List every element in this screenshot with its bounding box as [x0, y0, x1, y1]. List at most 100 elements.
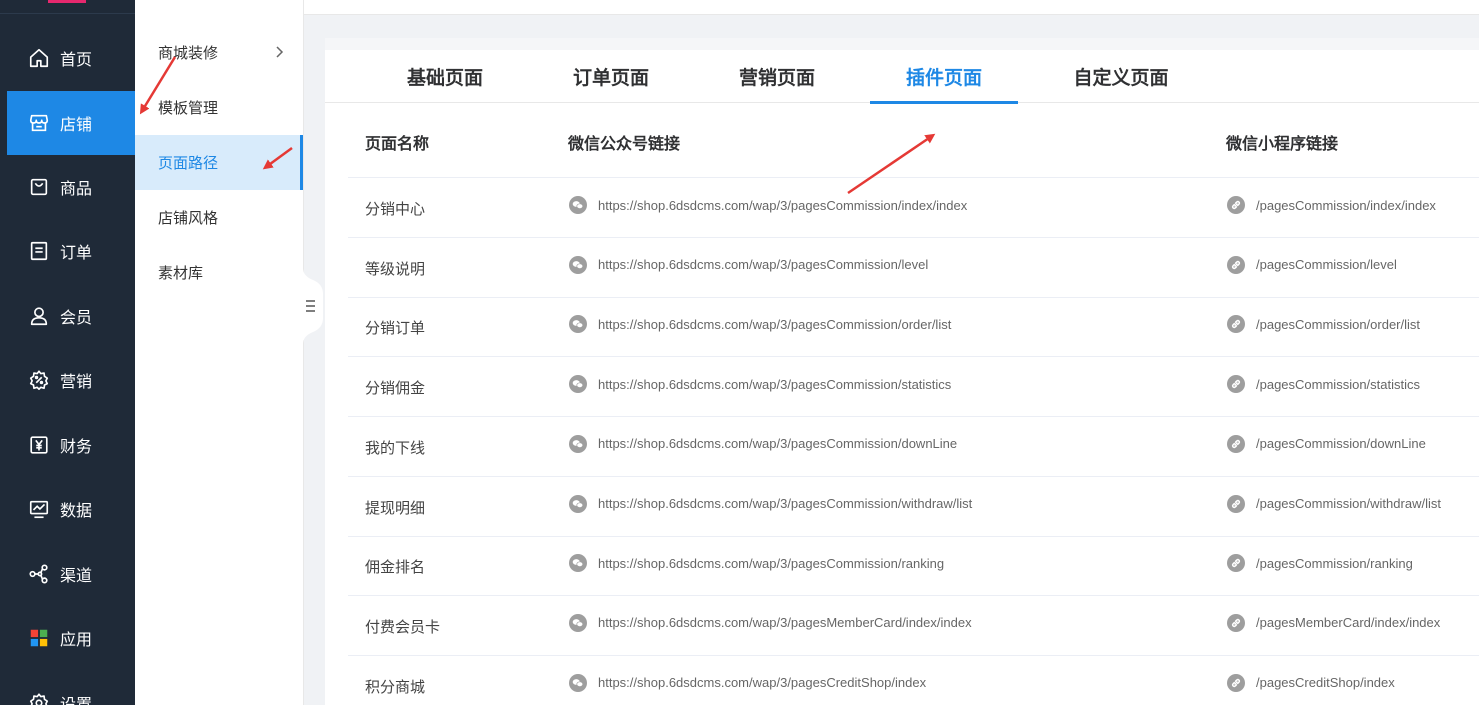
sidebar-item-home[interactable]: 首页	[0, 26, 135, 90]
wechat-link-cell[interactable]: https://shop.6dsdcms.com/wap/3/pagesMemb…	[569, 613, 972, 632]
wechat-link-cell[interactable]: https://shop.6dsdcms.com/wap/3/pagesCred…	[569, 673, 926, 692]
miniprogram-link-text: /pagesCreditShop/index	[1256, 675, 1395, 691]
page-name-cell: 分销中心	[365, 200, 426, 218]
wechat-link-cell[interactable]: https://shop.6dsdcms.com/wap/3/pagesComm…	[569, 434, 958, 453]
tab-marketing-pages[interactable]: 营销页面	[724, 50, 830, 103]
tab-plugin-pages[interactable]: 插件页面	[870, 50, 1018, 104]
miniprogram-link-text: /pagesCommission/order/list	[1256, 316, 1421, 332]
submenu-item-page-path[interactable]: 页面路径	[135, 135, 303, 190]
sidebar-item-apps[interactable]: 应用	[0, 606, 135, 670]
submenu-item-mall-decoration[interactable]: 商城装修	[135, 25, 303, 80]
sidebar-item-orders[interactable]: 订单	[0, 219, 135, 283]
apps-grid-icon	[28, 627, 50, 649]
miniprogram-link-cell[interactable]: /pagesCommission/ranking	[1227, 554, 1413, 573]
submenu-item-store-style[interactable]: 店铺风格	[135, 190, 303, 245]
tab-order-pages[interactable]: 订单页面	[558, 50, 664, 103]
sidebar-item-label: 应用	[60, 630, 93, 649]
wechat-link-cell[interactable]: https://shop.6dsdcms.com/wap/3/pagesComm…	[569, 255, 929, 274]
wechat-link-cell[interactable]: https://shop.6dsdcms.com/wap/3/pagesComm…	[569, 315, 951, 334]
table-row: 分销佣金 https://shop.6dsdcms.com/wap/3/pages…	[348, 357, 1479, 418]
column-header-wechat-link: 微信公众号链接	[568, 134, 681, 153]
table-row: 分销订单 https://shop.6dsdcms.com/wap/3/pages…	[348, 297, 1479, 358]
marketing-gear-icon	[28, 369, 50, 391]
page-name-cell: 积分商城	[365, 677, 426, 696]
miniprogram-link-cell[interactable]: /pagesMemberCard/index/index	[1227, 613, 1440, 632]
order-icon	[28, 240, 50, 262]
column-header-miniprogram-link: 微信小程序链接	[1226, 134, 1339, 153]
miniprogram-link-text: /pagesCommission/index/index	[1256, 197, 1436, 213]
sidebar-item-goods[interactable]: 商品	[0, 155, 135, 219]
home-icon	[28, 47, 50, 69]
collapse-menu-handle[interactable]	[303, 268, 323, 344]
wechat-link-cell[interactable]: https://shop.6dsdcms.com/wap/3/pagesComm…	[569, 554, 945, 573]
table-row: 我的下线 https://shop.6dsdcms.com/wap/3/pages…	[348, 417, 1479, 477]
link-icon	[1227, 434, 1245, 453]
tab-label: 基础页面	[406, 67, 483, 89]
tab-label: 订单页面	[572, 67, 649, 89]
page-name-cell: 分销佣金	[365, 379, 426, 398]
logo-mark	[48, 0, 86, 3]
tab-custom-pages[interactable]: 自定义页面	[1058, 50, 1184, 103]
page-type-tabs: 基础页面 订单页面 营销页面 插件页面 自定义页面	[325, 50, 1479, 104]
sidebar-item-members[interactable]: 会员	[0, 284, 135, 348]
page-name-cell: 提现明细	[365, 498, 426, 517]
table-row: 付费会员卡 https://shop.6dsdcms.com/wap/3/page…	[348, 596, 1479, 656]
page-name-cell: 我的下线	[365, 438, 426, 457]
primary-sidebar: 首页 店铺 商品 订单 会员 营销 财务 数据 渠道 应用 设置	[0, 0, 135, 705]
column-header-page-name: 页面名称	[365, 134, 430, 153]
store-icon	[28, 112, 50, 134]
miniprogram-link-cell[interactable]: /pagesCreditShop/index	[1227, 673, 1395, 692]
sidebar-item-settings[interactable]: 设置	[0, 671, 135, 705]
submenu-item-label: 模板管理	[158, 99, 219, 117]
submenu-item-template-management[interactable]: 模板管理	[135, 80, 303, 135]
sidebar-item-finance[interactable]: 财务	[0, 413, 135, 477]
miniprogram-link-cell[interactable]: /pagesCommission/downLine	[1227, 434, 1426, 453]
wechat-link-text: https://shop.6dsdcms.com/wap/3/pagesComm…	[598, 197, 968, 213]
wechat-icon	[569, 255, 587, 274]
card-top-gap	[325, 38, 1479, 50]
page-name-cell: 付费会员卡	[365, 617, 441, 636]
wechat-icon	[569, 375, 587, 394]
table-row: 等级说明 https://shop.6dsdcms.com/wap/3/pages…	[348, 238, 1479, 298]
tab-basic-pages[interactable]: 基础页面	[392, 50, 498, 103]
submenu-item-label: 店铺风格	[158, 209, 219, 227]
sidebar-item-channels[interactable]: 渠道	[0, 542, 135, 606]
wechat-icon	[569, 315, 587, 334]
link-icon	[1227, 196, 1245, 214]
logo-area[interactable]	[0, 0, 135, 14]
miniprogram-link-cell[interactable]: /pagesCommission/withdraw/list	[1227, 494, 1441, 513]
chevron-right-icon	[276, 46, 284, 58]
sidebar-item-label: 订单	[60, 243, 93, 262]
wechat-link-text: https://shop.6dsdcms.com/wap/3/pagesComm…	[598, 257, 929, 273]
wechat-link-cell[interactable]: https://shop.6dsdcms.com/wap/3/pagesComm…	[569, 494, 973, 513]
page-name-cell: 佣金排名	[365, 558, 426, 577]
sidebar-item-label: 财务	[60, 437, 93, 456]
miniprogram-link-cell[interactable]: /pagesCommission/index/index	[1227, 196, 1436, 214]
wechat-link-text: https://shop.6dsdcms.com/wap/3/pagesComm…	[598, 496, 973, 511]
yuan-icon	[28, 434, 50, 456]
sidebar-item-store[interactable]: 店铺	[7, 91, 135, 155]
table-header: 页面名称 微信公众号链接 微信小程序链接	[348, 103, 1479, 178]
table-row: 佣金排名 https://shop.6dsdcms.com/wap/3/pages…	[348, 536, 1479, 597]
wechat-icon	[569, 494, 587, 513]
miniprogram-link-cell[interactable]: /pagesCommission/statistics	[1227, 375, 1420, 394]
miniprogram-link-text: /pagesCommission/withdraw/list	[1256, 496, 1441, 511]
wechat-link-cell[interactable]: https://shop.6dsdcms.com/wap/3/pagesComm…	[569, 196, 967, 214]
wechat-icon	[569, 673, 587, 692]
wechat-link-text: https://shop.6dsdcms.com/wap/3/pagesComm…	[598, 555, 945, 571]
sidebar-item-label: 营销	[60, 372, 93, 391]
wechat-link-cell[interactable]: https://shop.6dsdcms.com/wap/3/pagesComm…	[569, 375, 951, 394]
wechat-link-text: https://shop.6dsdcms.com/wap/3/pagesComm…	[598, 436, 958, 452]
link-icon	[1227, 255, 1245, 274]
page-path-card: 基础页面 订单页面 营销页面 插件页面 自定义页面 页面名称 微信公众号链接 微…	[325, 38, 1479, 705]
sidebar-item-data[interactable]: 数据	[0, 477, 135, 541]
sidebar-item-marketing[interactable]: 营销	[0, 348, 135, 412]
submenu-item-label: 素材库	[158, 264, 204, 282]
miniprogram-link-cell[interactable]: /pagesCommission/order/list	[1227, 315, 1421, 334]
miniprogram-link-cell[interactable]: /pagesCommission/level	[1227, 255, 1397, 274]
link-icon	[1227, 315, 1245, 334]
wechat-icon	[569, 554, 587, 573]
submenu-item-material-library[interactable]: 素材库	[135, 245, 303, 300]
miniprogram-link-text: /pagesCommission/downLine	[1256, 436, 1426, 452]
submenu-item-label: 商城装修	[158, 44, 219, 62]
